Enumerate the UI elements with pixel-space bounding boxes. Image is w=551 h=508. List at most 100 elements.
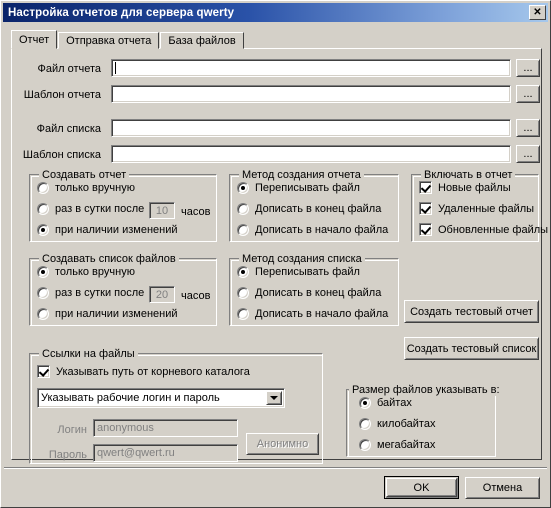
group-report-method-title: Метод создания отчета (239, 169, 364, 181)
radio-label: Дописать в конец файла (255, 203, 382, 215)
bottom-divider (4, 467, 547, 469)
create-report-hours-input[interactable]: 10 (149, 202, 175, 219)
radio-icon (37, 287, 49, 299)
checkbox-icon (419, 181, 432, 194)
checkbox-root-path[interactable]: Указывать путь от корневого каталога (37, 365, 250, 378)
browse-list-template-button[interactable]: ... (516, 145, 540, 163)
radio-icon (237, 266, 249, 278)
tab-file-database[interactable]: База файлов (160, 32, 244, 49)
radio-icon (37, 182, 49, 194)
tab-strip: Отчет Отправка отчета База файлов (11, 30, 542, 49)
radio-label: Дописать в начало файла (255, 308, 389, 320)
cancel-button[interactable]: Отмена (465, 477, 540, 499)
group-create-list-title: Создавать список файлов (39, 253, 179, 265)
radio-icon (359, 397, 371, 409)
radio-list-method-append-end[interactable]: Дописать в конец файла (237, 287, 381, 299)
close-icon[interactable]: ✕ (529, 5, 546, 20)
radio-create-list-manual[interactable]: только вручную (37, 266, 135, 278)
radio-label: мегабайтах (377, 439, 436, 451)
radio-icon (37, 224, 49, 236)
label-report-template: Шаблон отчета (23, 89, 101, 101)
checkbox-icon (37, 365, 50, 378)
dialog-window: Настройка отчетов для сервера qwerty ✕ О… (0, 0, 551, 508)
ok-button[interactable]: OK (384, 476, 459, 499)
label-login: Логин (57, 424, 87, 436)
checkbox-updated-files[interactable]: Обновленные файлы (419, 223, 548, 236)
radio-size-kilobytes[interactable]: килобайтах (359, 418, 435, 430)
title-bar: Настройка отчетов для сервера qwerty ✕ (3, 3, 548, 22)
create-test-list-button[interactable]: Создать тестовый список (404, 337, 539, 360)
tab-report[interactable]: Отчет (11, 30, 58, 49)
radio-create-report-daily[interactable]: раз в сутки после (37, 203, 144, 215)
chevron-down-icon[interactable] (266, 391, 282, 405)
label-report-file: Файл отчета (37, 63, 101, 75)
radio-icon (237, 224, 249, 236)
checkbox-icon (419, 202, 432, 215)
report-template-input[interactable] (111, 85, 511, 103)
group-list-method-title: Метод создания списка (239, 253, 365, 265)
radio-label: при наличии изменений (55, 308, 178, 320)
radio-icon (237, 287, 249, 299)
radio-icon (237, 203, 249, 215)
radio-list-method-append-start[interactable]: Дописать в начало файла (237, 308, 388, 320)
label-list-template: Шаблон списка (22, 149, 101, 161)
radio-create-report-manual[interactable]: только вручную (37, 182, 135, 194)
radio-create-list-on-change[interactable]: при наличии изменений (37, 308, 178, 320)
radio-report-method-append-start[interactable]: Дописать в начало файла (237, 224, 388, 236)
radio-icon (359, 418, 371, 430)
browse-list-file-button[interactable]: ... (516, 119, 540, 137)
radio-label: килобайтах (377, 418, 436, 430)
radio-report-method-overwrite[interactable]: Переписывать файл (237, 182, 360, 194)
window-title: Настройка отчетов для сервера qwerty (8, 6, 235, 19)
radio-create-report-on-change[interactable]: при наличии изменений (37, 224, 178, 236)
tab-send-report[interactable]: Отправка отчета (58, 32, 160, 49)
radio-report-method-append-end[interactable]: Дописать в конец файла (237, 203, 381, 215)
radio-create-list-daily[interactable]: раз в сутки после (37, 287, 144, 299)
label-create-report-hours: часов (181, 206, 211, 218)
create-test-report-button[interactable]: Создать тестовый отчет (404, 300, 539, 323)
radio-label: при наличии изменений (55, 224, 178, 236)
radio-icon (237, 308, 249, 320)
radio-size-bytes[interactable]: байтах (359, 397, 412, 409)
radio-label: Переписывать файл (255, 182, 360, 194)
browse-report-template-button[interactable]: ... (516, 85, 540, 103)
group-file-links-title: Ссылки на файлы (39, 348, 138, 360)
radio-label: только вручную (55, 266, 135, 278)
browse-report-file-button[interactable]: ... (516, 59, 540, 77)
radio-icon (237, 182, 249, 194)
anonymous-button[interactable]: Анонимно (246, 433, 319, 455)
list-file-input[interactable] (111, 119, 511, 137)
ok-button-label: OK (386, 478, 457, 497)
radio-icon (37, 266, 49, 278)
login-input[interactable]: anonymous (93, 419, 238, 437)
radio-label: Дописать в конец файла (255, 287, 382, 299)
radio-label: байтах (377, 397, 412, 409)
credentials-mode-select[interactable]: Указывать рабочие логин и пароль (37, 388, 285, 408)
report-file-input[interactable] (111, 59, 511, 77)
password-input[interactable]: qwert@qwert.ru (93, 444, 238, 462)
radio-icon (37, 203, 49, 215)
list-template-input[interactable] (111, 145, 511, 163)
group-create-report-title: Создавать отчет (39, 169, 130, 181)
group-include-in-report-title: Включать в отчет (421, 169, 516, 181)
label-list-file: Файл списка (36, 123, 101, 135)
radio-icon (37, 308, 49, 320)
checkbox-label: Удаленные файлы (438, 202, 535, 215)
checkbox-icon (419, 223, 432, 236)
checkbox-deleted-files[interactable]: Удаленные файлы (419, 202, 534, 215)
label-create-list-hours: часов (181, 290, 211, 302)
checkbox-label: Указывать путь от корневого каталога (56, 365, 250, 378)
radio-label: Дописать в начало файла (255, 224, 389, 236)
checkbox-label: Новые файлы (438, 181, 511, 194)
credentials-mode-value: Указывать рабочие логин и пароль (41, 392, 220, 404)
checkbox-new-files[interactable]: Новые файлы (419, 181, 511, 194)
create-list-hours-input[interactable]: 20 (149, 286, 175, 303)
chevron-down-glyph (270, 396, 278, 400)
title-bar-buttons: ✕ (529, 5, 546, 20)
group-file-size-title: Размер файлов указывать в: (349, 384, 503, 396)
radio-list-method-overwrite[interactable]: Переписывать файл (237, 266, 360, 278)
radio-size-megabytes[interactable]: мегабайтах (359, 439, 435, 451)
checkbox-label: Обновленные файлы (438, 223, 549, 236)
radio-label: раз в сутки после (55, 287, 145, 299)
radio-label: Переписывать файл (255, 266, 360, 278)
